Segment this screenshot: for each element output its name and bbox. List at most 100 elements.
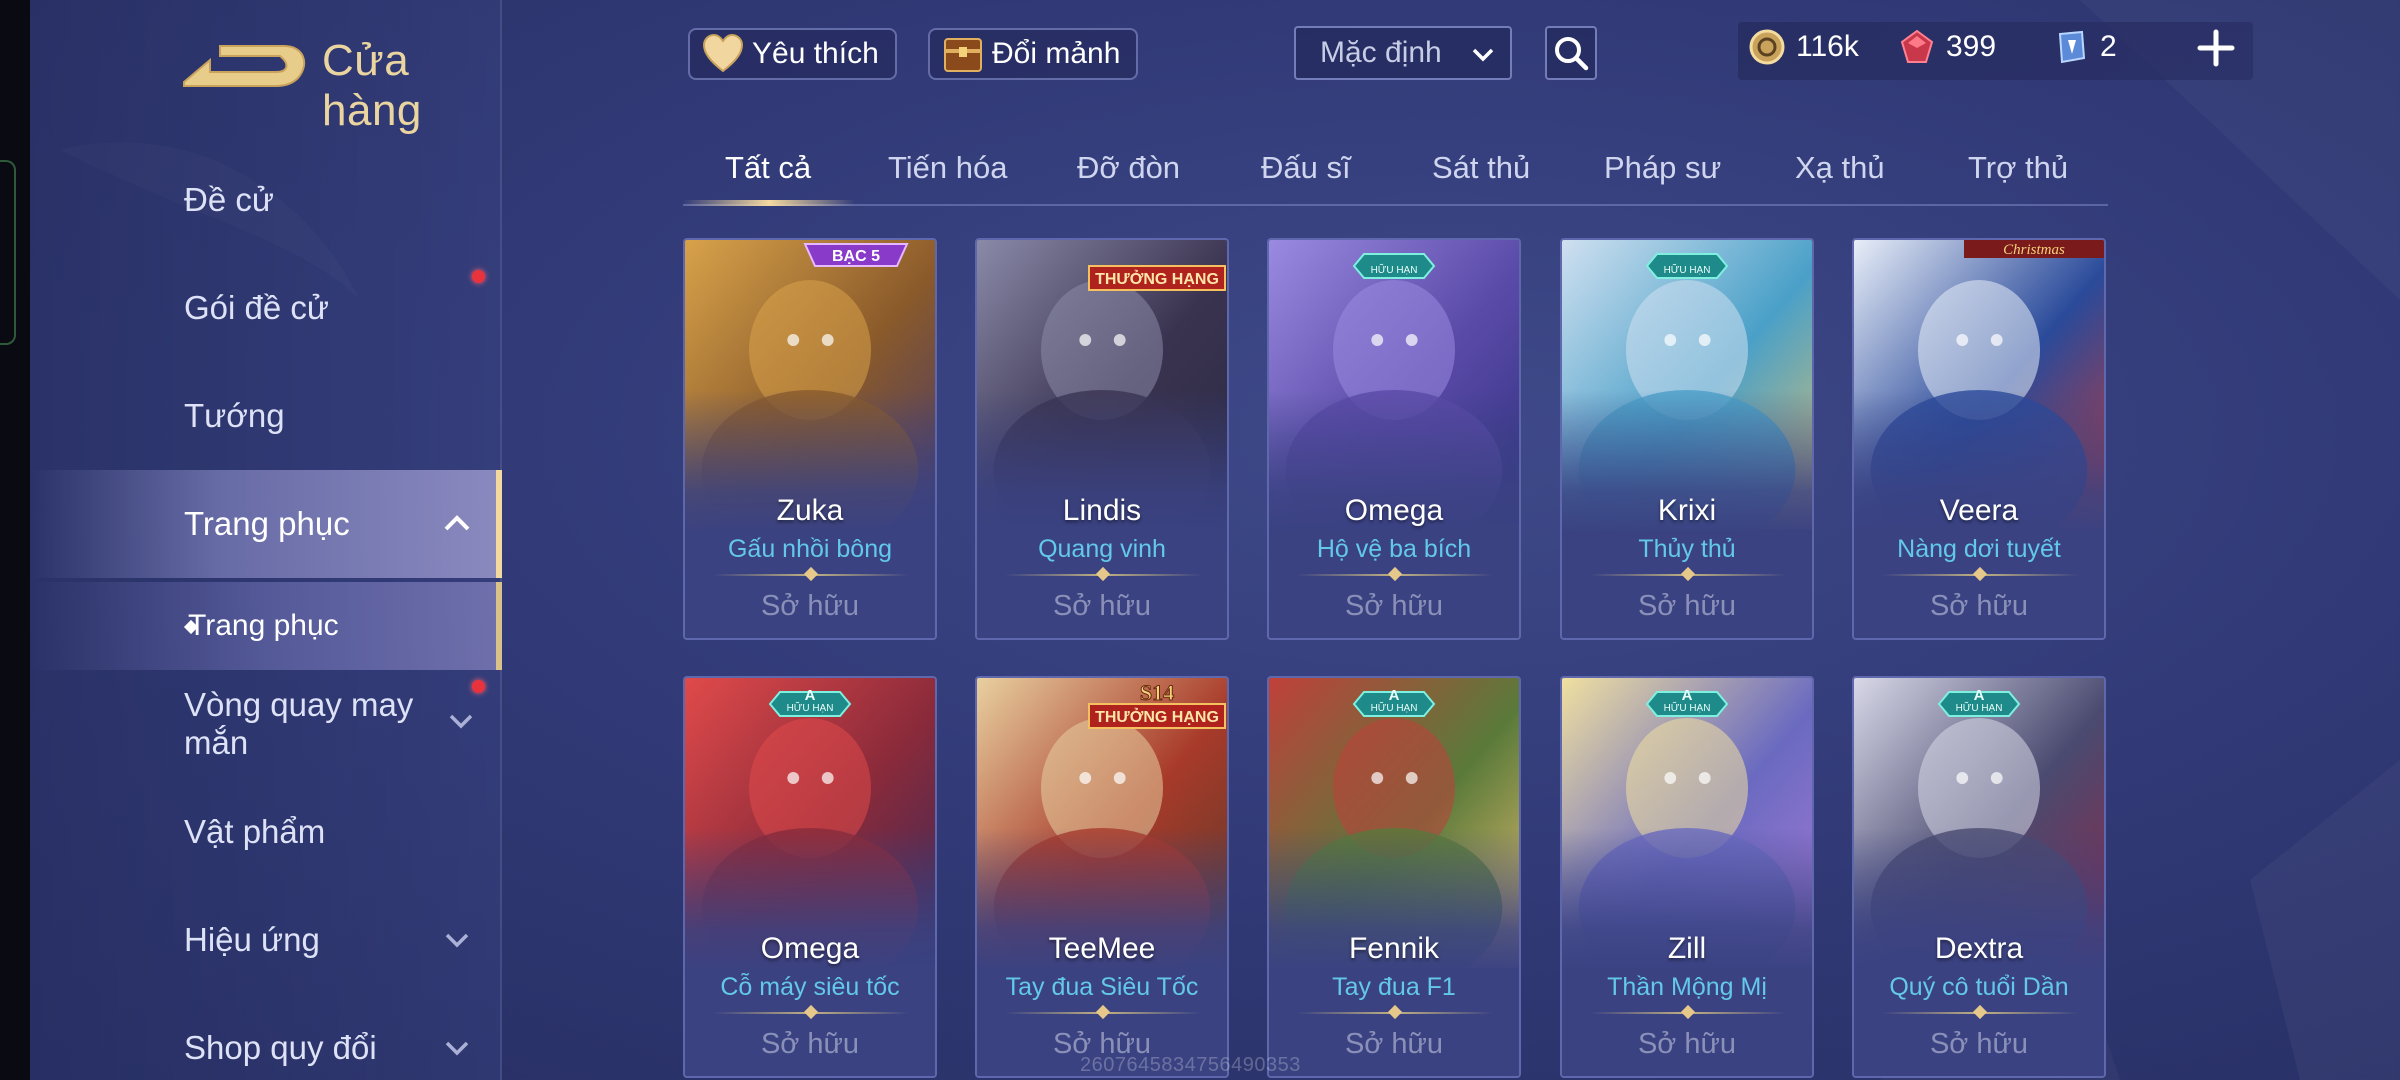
sidebar-item-recommended[interactable]: Đề cử	[30, 146, 502, 254]
hero-name: Veera	[1939, 494, 2019, 527]
hero-name: Fennik	[1348, 932, 1440, 965]
sidebar-item-recommended-packs[interactable]: Gói đề cử	[30, 254, 502, 362]
exchange-fragments-button[interactable]: Đổi mảnh	[928, 28, 1139, 80]
tab-evolution[interactable]: Tiến hóa	[888, 150, 1008, 186]
hero-name: TeeMee	[1048, 932, 1156, 965]
svg-text:BẠC 5: BẠC 5	[832, 248, 880, 265]
svg-text:HỮU HẠN: HỮU HẠN	[787, 701, 834, 714]
sidebar-item-skins[interactable]: Trang phục	[30, 470, 502, 578]
limited-badge: HỮU HẠN	[1645, 253, 1729, 279]
active-tab-indicator	[683, 200, 855, 206]
sidebar-item-items[interactable]: Vật phẩm	[30, 778, 502, 886]
svg-text:HỮU HẠN: HỮU HẠN	[1664, 701, 1711, 714]
svg-text:HỮU HẠN: HỮU HẠN	[1956, 701, 2003, 714]
skin-name: Tay đua Siêu Tốc	[1005, 973, 1199, 1001]
skin-card[interactable]: A HỮU HẠN Zill Thần Mộng Mị Sở hữu	[1560, 676, 1814, 1078]
limited-badge: A HỮU HẠN	[1645, 687, 1729, 717]
skin-card[interactable]: A HỮU HẠN Dextra Quý cô tuổi Dần Sở hữu	[1852, 676, 2106, 1078]
plus-icon[interactable]	[2196, 28, 2236, 68]
voucher-icon	[2058, 30, 2086, 64]
voucher-currency: 2	[2052, 28, 2117, 66]
search-button[interactable]	[1545, 26, 1597, 80]
skin-card[interactable]: THƯỞNG HẠNG Lindis Quang vinh Sở hữu	[975, 238, 1229, 640]
search-icon	[1555, 37, 1589, 71]
skin-name: Nàng dơi tuyết	[1897, 535, 2061, 563]
skin-card[interactable]: A HỮU HẠN Omega Cỗ máy siêu tốc Sở hữu	[683, 676, 937, 1078]
owned-status: Sở hữu	[1637, 590, 1737, 622]
svg-text:S14: S14	[1140, 680, 1174, 705]
svg-text:A: A	[1974, 687, 1985, 704]
owned-status: Sở hữu	[1344, 590, 1444, 622]
hero-name: Omega	[760, 932, 860, 965]
chevron-down-icon	[445, 933, 469, 948]
sidebar-item-label: Vật phẩm	[184, 813, 326, 850]
sidebar-subitem-label: Trang phục	[188, 609, 339, 642]
sidebar-item-label: Hiệu ứng	[184, 921, 320, 958]
limited-badge: HỮU HẠN	[1352, 253, 1436, 279]
sidebar-item-effects[interactable]: Hiệu ứng	[30, 886, 502, 994]
sidebar-item-label: Vòng quay may mắn	[184, 686, 414, 761]
skin-card[interactable]: BẠC 5 Zuka Gấu nhồi bông Sở hữu	[683, 238, 937, 640]
ruby-currency: 399	[1898, 28, 1996, 66]
category-tabs: Tất cả Tiến hóa Đỡ đòn Đấu sĩ Sát thủ Ph…	[683, 140, 2108, 206]
heart-icon	[702, 33, 744, 73]
treasure-chest-icon	[944, 38, 982, 72]
skin-name: Tay đua F1	[1332, 973, 1456, 1001]
sidebar-item-label: Tướng	[184, 397, 285, 434]
sidebar-item-label: Trang phục	[184, 505, 350, 542]
sidebar-item-lucky-spin[interactable]: Vòng quay may mắn	[30, 670, 485, 778]
voucher-amount: 2	[2100, 30, 2117, 63]
owned-status: Sở hữu	[1929, 1028, 2029, 1060]
christmas-badge: Christmas	[1964, 240, 2104, 258]
notification-dot	[472, 270, 485, 283]
gold-currency: 116k	[1748, 28, 1859, 66]
owned-status: Sở hữu	[1052, 590, 1152, 622]
skin-name: Hộ vệ ba bích	[1316, 535, 1472, 563]
tab-all[interactable]: Tất cả	[725, 150, 811, 186]
tab-assassin[interactable]: Sát thủ	[1432, 150, 1530, 186]
skin-name: Gấu nhồi bông	[727, 535, 893, 563]
svg-text:THƯỞNG HẠNG: THƯỞNG HẠNG	[1095, 707, 1219, 726]
svg-text:A: A	[805, 687, 816, 704]
limited-badge: A HỮU HẠN	[768, 687, 852, 717]
svg-text:A: A	[1389, 687, 1400, 704]
svg-text:HỮU HẠN: HỮU HẠN	[1371, 701, 1418, 714]
sidebar-item-heroes[interactable]: Tướng	[30, 362, 502, 470]
sidebar-item-label: Gói đề cử	[184, 289, 329, 326]
skin-name: Cỗ máy siêu tốc	[720, 973, 900, 1001]
owned-status: Sở hữu	[760, 590, 860, 622]
sidebar-subitem-skins[interactable]: Trang phục	[30, 582, 502, 670]
owned-status: Sở hữu	[760, 1028, 860, 1060]
hero-name: Omega	[1344, 494, 1444, 527]
ruby-icon	[1900, 29, 1934, 63]
skin-card[interactable]: HỮU HẠN Omega Hộ vệ ba bích Sở hữu	[1267, 238, 1521, 640]
sort-dropdown[interactable]: Mặc định	[1294, 26, 1512, 80]
svg-text:THƯỞNG HẠNG: THƯỞNG HẠNG	[1095, 269, 1219, 288]
ruby-amount: 399	[1946, 30, 1997, 63]
sort-value: Mặc định	[1320, 36, 1442, 69]
hero-name: Lindis	[1062, 494, 1142, 527]
sidebar-item-exchange-shop[interactable]: Shop quy đổi	[30, 994, 502, 1080]
chevron-up-icon	[444, 515, 470, 531]
back-arrow-icon[interactable]	[180, 34, 310, 94]
hero-name: Zuka	[776, 494, 844, 527]
skin-card[interactable]: A HỮU HẠN Fennik Tay đua F1 Sở hữu	[1267, 676, 1521, 1078]
tab-mage[interactable]: Pháp sư	[1604, 150, 1721, 186]
sidebar-item-label: Đề cử	[184, 181, 274, 218]
tab-support[interactable]: Trợ thủ	[1968, 150, 2068, 186]
tab-tank[interactable]: Đỡ đòn	[1077, 150, 1180, 186]
notification-dot	[472, 680, 485, 693]
hero-name: Zill	[1667, 932, 1707, 965]
tab-marksman[interactable]: Xạ thủ	[1795, 150, 1885, 186]
reward-badge: THƯỞNG HẠNG	[1088, 265, 1226, 291]
chevron-down-icon	[449, 714, 473, 729]
skin-card[interactable]: S14 THƯỞNG HẠNG TeeMee Tay đua Siêu Tốc …	[975, 676, 1229, 1078]
skin-card[interactable]: HỮU HẠN Krixi Thủy thủ Sở hữu	[1560, 238, 1814, 640]
tab-fighter[interactable]: Đấu sĩ	[1261, 150, 1351, 186]
owned-status: Sở hữu	[1637, 1028, 1737, 1060]
skin-card[interactable]: Christmas Veera Nàng dơi tuyết Sở hữu	[1852, 238, 2106, 640]
skin-name: Quý cô tuổi Dần	[1889, 973, 2069, 1001]
owned-status: Sở hữu	[1344, 1028, 1444, 1060]
chevron-down-icon	[445, 1041, 469, 1056]
favorite-button[interactable]: Yêu thích	[688, 28, 897, 80]
